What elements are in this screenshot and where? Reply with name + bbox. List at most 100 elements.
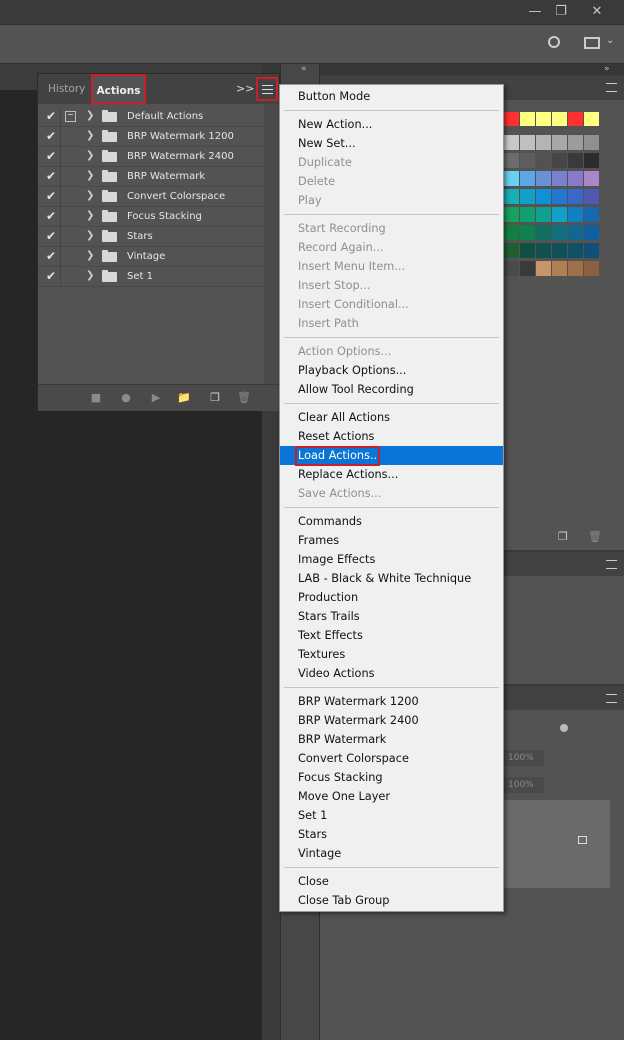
color-swatch[interactable] — [584, 135, 599, 150]
menu-item-replace-actions[interactable]: Replace Actions... — [280, 465, 503, 484]
action-set-row[interactable]: ✔ ❯ Stars — [38, 227, 263, 247]
menu-item-clear-all-actions[interactable]: Clear All Actions — [280, 408, 503, 427]
menu-item-commands[interactable]: Commands — [280, 512, 503, 531]
color-swatch[interactable] — [552, 153, 567, 168]
color-swatch[interactable] — [536, 135, 551, 150]
color-swatch[interactable] — [520, 112, 535, 126]
record-icon[interactable]: ● — [117, 389, 135, 407]
search-icon[interactable] — [548, 36, 560, 48]
check-icon[interactable]: ✔ — [44, 229, 58, 243]
color-swatch[interactable] — [568, 243, 583, 258]
panel-menu-button[interactable] — [256, 77, 278, 101]
action-set-row[interactable]: ✔ ❯ Focus Stacking — [38, 207, 263, 227]
menu-item-focus-stacking[interactable]: Focus Stacking — [280, 768, 503, 787]
dialog-toggle-icon[interactable] — [65, 231, 76, 242]
color-swatch[interactable] — [520, 153, 535, 168]
color-swatch[interactable] — [552, 207, 567, 222]
color-swatch[interactable] — [584, 207, 599, 222]
trash-icon[interactable]: 🗑 — [588, 530, 602, 543]
menu-item-new-set[interactable]: New Set... — [280, 134, 503, 153]
menu-item-set-1[interactable]: Set 1 — [280, 806, 503, 825]
layer-row[interactable] — [504, 800, 610, 888]
menu-item-insert-path[interactable]: Insert Path — [280, 314, 503, 333]
color-swatch[interactable] — [520, 225, 535, 240]
color-swatch[interactable] — [568, 112, 583, 126]
color-swatch[interactable] — [568, 135, 583, 150]
menu-item-action-options[interactable]: Action Options... — [280, 342, 503, 361]
menu-item-record-again[interactable]: Record Again... — [280, 238, 503, 257]
menu-item-start-recording[interactable]: Start Recording — [280, 219, 503, 238]
menu-item-lab-black-white-technique[interactable]: LAB - Black & White Technique — [280, 569, 503, 588]
menu-item-close[interactable]: Close — [280, 872, 503, 891]
chevron-right-icon[interactable]: ❯ — [86, 270, 94, 281]
stop-icon[interactable]: ■ — [87, 389, 105, 407]
menu-item-button-mode[interactable]: Button Mode — [280, 87, 503, 106]
collapse-left-icon[interactable]: « — [301, 64, 307, 74]
new-action-icon[interactable]: ❐ — [206, 389, 224, 407]
new-set-icon[interactable]: 📁 — [175, 389, 193, 407]
color-swatch[interactable] — [568, 207, 583, 222]
color-swatch[interactable] — [584, 243, 599, 258]
check-icon[interactable]: ✔ — [44, 169, 58, 183]
color-swatch[interactable] — [536, 225, 551, 240]
menu-item-play[interactable]: Play — [280, 191, 503, 210]
color-swatch[interactable] — [536, 207, 551, 222]
menu-item-convert-colorspace[interactable]: Convert Colorspace — [280, 749, 503, 768]
dialog-toggle-icon[interactable] — [65, 251, 76, 262]
menu-item-insert-stop[interactable]: Insert Stop... — [280, 276, 503, 295]
menu-item-stars[interactable]: Stars — [280, 825, 503, 844]
dialog-toggle-icon[interactable] — [65, 131, 76, 142]
action-set-row[interactable]: ✔ ❯ BRP Watermark — [38, 167, 263, 187]
color-swatch[interactable] — [504, 153, 519, 168]
color-swatch[interactable] — [584, 261, 599, 276]
action-set-row[interactable]: ✔ ❯ Default Actions — [38, 107, 263, 127]
menu-item-stars-trails[interactable]: Stars Trails — [280, 607, 503, 626]
dialog-toggle-icon[interactable] — [65, 151, 76, 162]
menu-item-image-effects[interactable]: Image Effects — [280, 550, 503, 569]
menu-item-text-effects[interactable]: Text Effects — [280, 626, 503, 645]
color-swatch[interactable] — [504, 207, 519, 222]
menu-icon[interactable] — [606, 83, 617, 92]
chevron-right-icon[interactable]: ❯ — [86, 110, 94, 121]
color-swatch[interactable] — [536, 153, 551, 168]
check-icon[interactable]: ✔ — [44, 209, 58, 223]
action-set-row[interactable]: ✔ ❯ Vintage — [38, 247, 263, 267]
color-swatch[interactable] — [504, 112, 519, 126]
color-swatch[interactable] — [536, 112, 551, 126]
action-set-row[interactable]: ✔ ❯ BRP Watermark 1200 — [38, 127, 263, 147]
menu-item-brp-watermark-2400[interactable]: BRP Watermark 2400 — [280, 711, 503, 730]
menu-item-vintage[interactable]: Vintage — [280, 844, 503, 863]
chevron-right-icon[interactable]: ❯ — [86, 190, 94, 201]
menu-icon[interactable] — [606, 694, 617, 703]
color-swatch[interactable] — [568, 225, 583, 240]
color-swatch[interactable] — [552, 189, 567, 204]
color-swatch[interactable] — [504, 225, 519, 240]
menu-item-new-action[interactable]: New Action... — [280, 115, 503, 134]
chevron-down-icon[interactable]: ⌄ — [606, 35, 614, 46]
color-swatch[interactable] — [520, 171, 535, 186]
tab-history[interactable]: History — [39, 74, 94, 104]
menu-item-brp-watermark-1200[interactable]: BRP Watermark 1200 — [280, 692, 503, 711]
chevron-right-icon[interactable]: ❯ — [86, 210, 94, 221]
menu-item-reset-actions[interactable]: Reset Actions — [280, 427, 503, 446]
dialog-toggle-icon[interactable] — [65, 211, 76, 222]
dialog-toggle-icon[interactable] — [65, 111, 76, 122]
color-swatch[interactable] — [552, 171, 567, 186]
tab-actions[interactable]: Actions — [91, 74, 146, 104]
close-icon[interactable]: ✕ — [578, 0, 616, 22]
color-swatch[interactable] — [504, 243, 519, 258]
dialog-toggle-icon[interactable] — [65, 171, 76, 182]
opacity-field[interactable]: 100% — [504, 750, 544, 766]
menu-item-close-tab-group[interactable]: Close Tab Group — [280, 891, 503, 910]
new-swatch-icon[interactable]: ❐ — [558, 530, 568, 543]
color-swatch[interactable] — [584, 171, 599, 186]
menu-item-delete[interactable]: Delete — [280, 172, 503, 191]
color-swatch[interactable] — [552, 135, 567, 150]
dialog-toggle-icon[interactable] — [65, 191, 76, 202]
color-swatch[interactable] — [504, 189, 519, 204]
menu-item-allow-tool-recording[interactable]: Allow Tool Recording — [280, 380, 503, 399]
color-swatch[interactable] — [568, 153, 583, 168]
menu-item-textures[interactable]: Textures — [280, 645, 503, 664]
menu-item-frames[interactable]: Frames — [280, 531, 503, 550]
collapse-right-icon[interactable]: » — [604, 64, 610, 74]
